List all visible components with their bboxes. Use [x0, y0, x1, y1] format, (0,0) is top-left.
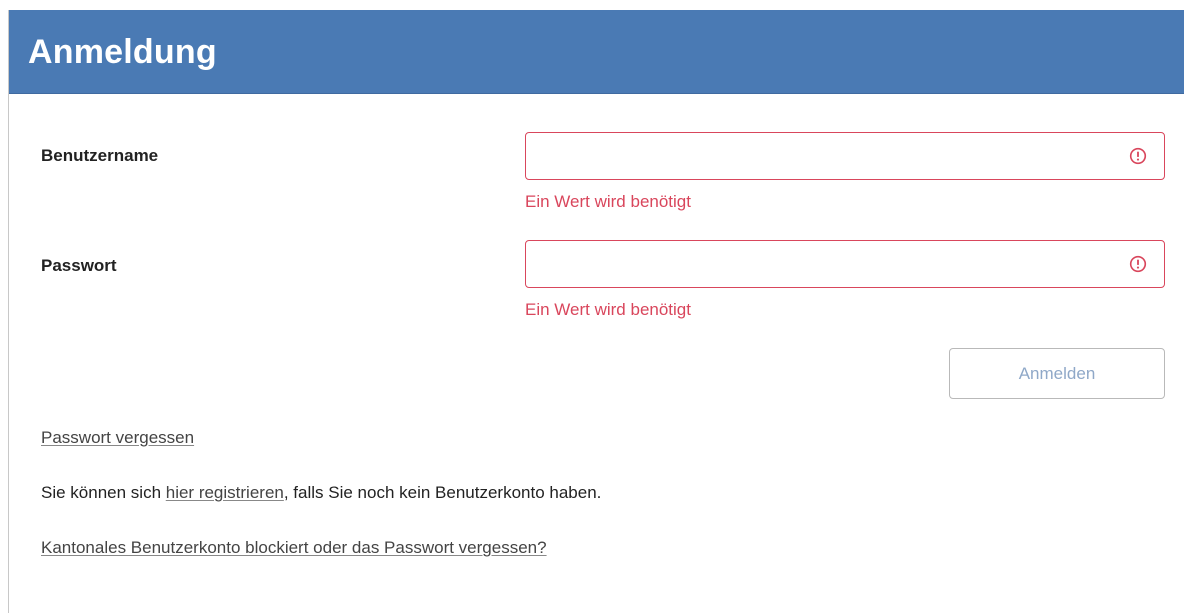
password-input[interactable]	[526, 241, 1116, 287]
page-title: Anmeldung	[28, 33, 217, 71]
login-button[interactable]: Anmelden	[949, 348, 1165, 399]
register-link[interactable]: hier registrieren	[166, 483, 284, 502]
register-text: Sie können sich hier registrieren, falls…	[41, 483, 601, 503]
login-panel: Anmeldung Benutzername Ein Wert wird ben…	[8, 10, 1184, 613]
password-error-message: Ein Wert wird benötigt	[525, 300, 691, 319]
forgot-password-row: Passwort vergessen	[41, 428, 194, 448]
panel-header: Anmeldung	[9, 10, 1184, 94]
register-prefix-text: Sie können sich	[41, 483, 166, 502]
password-label: Passwort	[41, 256, 117, 275]
username-field-wrapper	[525, 132, 1165, 180]
exclamation-circle-icon	[1129, 255, 1147, 273]
cantonal-account-link[interactable]: Kantonales Benutzerkonto blockiert oder …	[41, 538, 547, 557]
username-error-message: Ein Wert wird benötigt	[525, 192, 691, 211]
register-suffix-text: , falls Sie noch kein Benutzerkonto habe…	[283, 483, 602, 502]
username-label: Benutzername	[41, 146, 159, 165]
password-field-wrapper	[525, 240, 1165, 288]
exclamation-circle-icon	[1129, 147, 1147, 165]
forgot-password-link[interactable]: Passwort vergessen	[41, 428, 194, 447]
username-input[interactable]	[526, 133, 1116, 179]
cantonal-account-row: Kantonales Benutzerkonto blockiert oder …	[41, 538, 547, 558]
